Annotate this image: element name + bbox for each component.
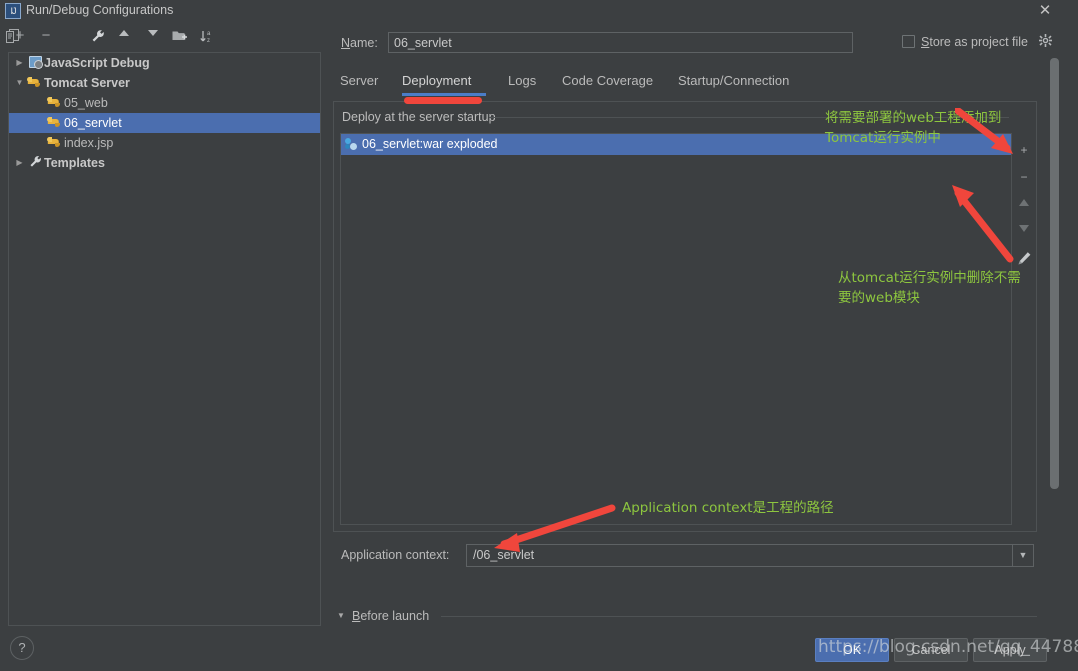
tree-twisty-icon[interactable]: ▶ [13,153,26,173]
red-marker-stroke [404,97,482,104]
javascript-debug-icon [28,56,43,69]
annotation-line: 从tomcat运行实例中删除不需 [838,270,1021,286]
store-as-project-file-label: Store as project file [921,35,1029,49]
sidebar-item-06-servlet[interactable]: 06_servlet [9,113,320,133]
tab-code-coverage[interactable]: Code Coverage [562,70,668,94]
move-down-button[interactable] [141,24,165,48]
arrow-down-icon [1019,225,1029,232]
application-context-combobox[interactable]: /06_servlet ▼ [466,544,1034,567]
svg-text:a: a [207,31,211,37]
sidebar-item-label: 05_web [64,96,108,110]
annotation-add-artifact: 将需要部署的web工程添加到 Tomcat运行实例中 [825,108,1001,148]
name-input[interactable] [388,32,853,53]
tab-startup-connection[interactable]: Startup/Connection [678,70,808,94]
tomcat-icon [47,95,61,108]
sidebar-item-label: Templates [44,156,105,170]
sort-configurations-button[interactable]: a z [195,24,219,48]
annotation-line: Tomcat运行实例中 [825,130,941,146]
close-icon[interactable]: ✕ [1030,0,1060,22]
annotation-line: 将需要部署的web工程添加到 [825,110,1002,126]
deployment-group-legend: Deploy at the server startup [342,110,502,124]
wrench-icon [29,156,41,167]
application-context-value: /06_servlet [473,548,535,562]
copy-configuration-button[interactable] [0,24,24,48]
sidebar-item-label: Tomcat Server [44,76,130,90]
add-artifact-button[interactable]: + [1013,139,1035,161]
tab-logs[interactable]: Logs [508,70,548,94]
sidebar-item-templates[interactable]: ▶ Templates [9,153,320,173]
sidebar-item-label: JavaScript Debug [44,56,150,70]
tree-twisty-icon[interactable]: ▼ [13,73,26,93]
tomcat-icon [47,135,61,148]
sidebar-item-javascript-debug[interactable]: ▶ JavaScript Debug [9,53,320,73]
artifact-icon [345,138,358,150]
arrow-up-icon [1019,199,1029,206]
sidebar-item-05-web[interactable]: 05_web [9,93,320,113]
watermark-text: https://blog.csdn.net/qq_44788518 [818,637,1078,657]
deployment-artifact-list[interactable]: 06_servlet:war exploded [340,133,1012,525]
move-up-button[interactable] [1013,193,1035,215]
application-context-label: Application context: [341,548,450,562]
arrow-down-icon [148,30,158,36]
edit-artifact-button[interactable] [1013,245,1035,267]
annotation-line: 要的web模块 [838,290,920,306]
tree-twisty-icon[interactable]: ▶ [13,53,26,73]
before-launch-divider [441,616,1037,617]
move-down-button[interactable] [1013,219,1035,241]
store-as-project-file-checkbox[interactable] [902,35,915,48]
tab-deployment[interactable]: Deployment [402,70,486,94]
annotation-remove-artifact: 从tomcat运行实例中删除不需 要的web模块 [838,268,1021,308]
move-up-button[interactable] [112,24,136,48]
copy-icon [5,29,19,43]
vertical-scrollbar-thumb[interactable] [1050,58,1059,489]
sort-az-icon: a z [200,31,211,43]
chevron-down-icon[interactable]: ▼ [1012,545,1033,566]
gear-icon[interactable] [1039,34,1053,51]
svg-text:z: z [207,38,210,43]
annotation-application-context: Application context是工程的路径 [622,500,834,516]
tomcat-icon [47,115,61,128]
sidebar-item-tomcat-server[interactable]: ▼ Tomcat Server [9,73,320,93]
question-mark-icon[interactable]: ? [10,636,34,660]
sidebar-item-label: index.jsp [64,136,114,150]
name-label: Name: [341,36,378,50]
tab-server[interactable]: Server [340,70,398,94]
configurations-toolbar: + − a z [0,24,330,50]
intellij-idea-icon: IJ [5,3,21,19]
before-launch-label[interactable]: Before launch [352,609,429,623]
tomcat-icon [27,75,41,88]
sidebar-item-index-jsp[interactable]: index.jsp [9,133,320,153]
wrench-icon [92,30,104,42]
remove-artifact-button[interactable]: − [1013,166,1035,188]
move-into-folder-button[interactable] [167,24,191,48]
configurations-tree[interactable]: ▶ JavaScript Debug ▼ Tomcat Server 05_web 06_… [8,52,321,626]
window-title-bar: IJ Run/Debug Configurations ✕ [0,0,1078,22]
remove-configuration-button[interactable]: − [34,24,58,48]
pencil-icon [1018,252,1030,265]
tab-selected-underline [402,93,486,96]
arrow-up-icon [119,30,129,36]
list-item-label: 06_servlet:war exploded [362,137,498,151]
new-folder-icon [172,31,187,40]
edit-templates-button[interactable] [86,24,110,48]
window-title: Run/Debug Configurations [26,3,174,17]
sidebar-item-label: 06_servlet [64,116,122,130]
triangle-down-icon[interactable]: ▼ [337,611,345,620]
